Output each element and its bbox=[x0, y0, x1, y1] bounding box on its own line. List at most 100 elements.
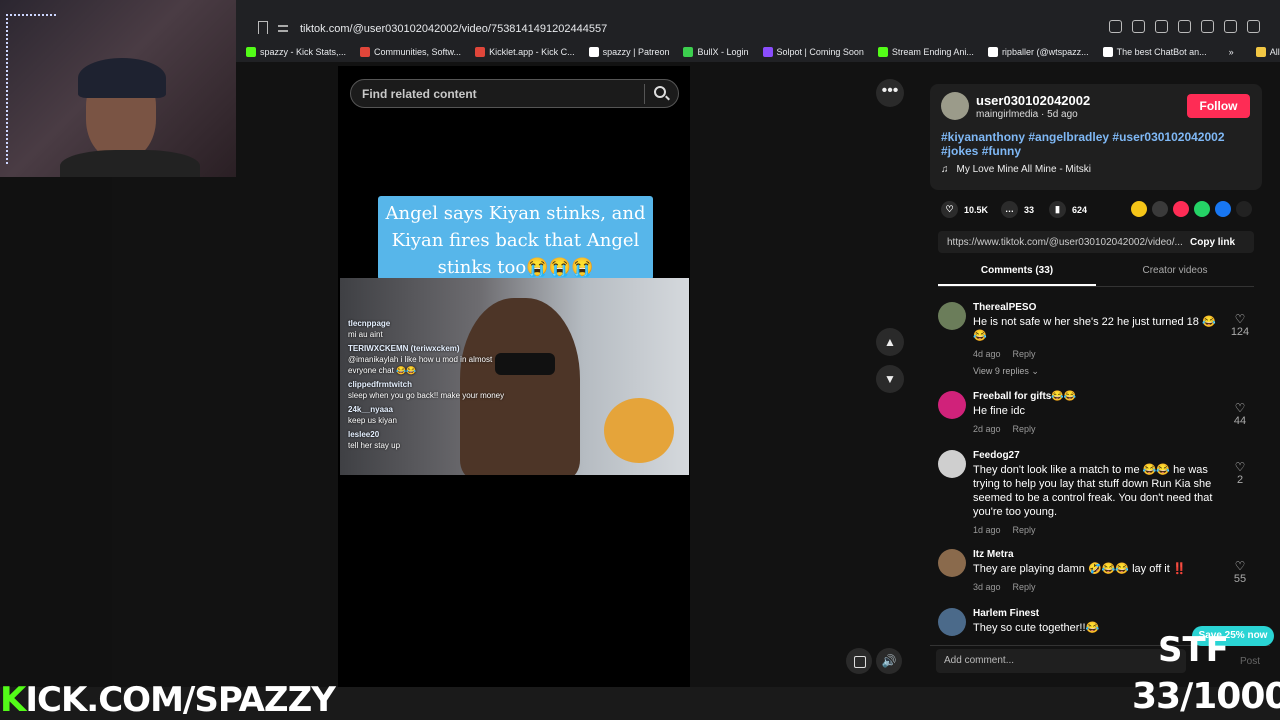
reply-button[interactable]: Reply bbox=[1013, 582, 1036, 592]
commenter-avatar[interactable] bbox=[938, 391, 966, 419]
share-link[interactable]: https://www.tiktok.com/@user030102042002… bbox=[938, 237, 1184, 248]
comment-meta: 2d ago Reply bbox=[973, 424, 1036, 434]
shield-icon[interactable] bbox=[1224, 20, 1237, 33]
chat-message: keep us kiyan bbox=[348, 416, 397, 425]
comment-like[interactable]: ♡ 44 bbox=[1230, 401, 1250, 427]
menu-icon[interactable] bbox=[1247, 20, 1260, 33]
bookmark-item[interactable]: Kicklet.app - Kick C... bbox=[475, 47, 575, 57]
site-info-icon[interactable] bbox=[276, 22, 290, 36]
bookmark-item[interactable]: ripballer (@wtspazz... bbox=[987, 47, 1089, 57]
comment-like-count: 2 bbox=[1236, 474, 1244, 486]
author-subline: maingirlmedia · 5d ago bbox=[976, 109, 1078, 120]
video-caption: Angel says Kiyan stinks, and Kiyan fires… bbox=[378, 196, 653, 280]
stf-label: STF bbox=[1158, 630, 1229, 670]
comment-icon: … bbox=[1001, 201, 1018, 218]
share-target-icon[interactable] bbox=[1215, 201, 1231, 217]
save-stat[interactable]: ▮ 624 bbox=[1049, 201, 1087, 218]
reply-button[interactable]: Reply bbox=[1013, 349, 1036, 359]
comment-text: They are playing damn 🤣😂😂 lay off it ‼️ bbox=[973, 563, 1187, 575]
commenter-avatar[interactable] bbox=[938, 549, 966, 577]
commenter-avatar[interactable] bbox=[938, 302, 966, 330]
commenter-avatar[interactable] bbox=[938, 608, 966, 636]
more-options-button[interactable]: ••• bbox=[876, 79, 904, 107]
next-video-button[interactable]: ▼ bbox=[876, 365, 904, 393]
author-avatar[interactable] bbox=[941, 92, 969, 120]
view-replies-button[interactable]: View 9 replies ⌄ bbox=[973, 366, 1039, 377]
tab-comments[interactable]: Comments (33) bbox=[938, 265, 1096, 286]
comment-like-count: 44 bbox=[1233, 415, 1247, 427]
previous-video-button[interactable]: ▲ bbox=[876, 328, 904, 356]
tab-creator-videos[interactable]: Creator videos bbox=[1096, 265, 1254, 286]
share-target-icon[interactable] bbox=[1173, 201, 1189, 217]
bookmark-favicon-icon bbox=[877, 47, 888, 57]
address-bar[interactable]: tiktok.com/@user030102042002/video/75381… bbox=[276, 18, 996, 40]
media-icon[interactable] bbox=[1132, 20, 1145, 33]
bookmark-item[interactable]: spazzy | Patreon bbox=[588, 47, 669, 57]
reply-button[interactable]: Reply bbox=[1013, 525, 1036, 535]
commenter-name[interactable]: Feedog27 bbox=[973, 450, 1020, 461]
author-username[interactable]: user030102042002 bbox=[976, 93, 1090, 108]
search-divider bbox=[644, 84, 645, 104]
bookmark-item[interactable]: Solpot | Coming Soon bbox=[762, 47, 864, 57]
search-input[interactable]: Find related content bbox=[350, 79, 679, 108]
volume-button[interactable]: 🔊 bbox=[876, 648, 902, 674]
hashtags[interactable]: #kiyananthony #angelbradley #user0301020… bbox=[941, 130, 1251, 158]
comment-meta: 3d ago Reply bbox=[973, 582, 1036, 592]
comment-like[interactable]: ♡ 55 bbox=[1230, 559, 1250, 585]
chat-message: tell her stay up bbox=[348, 441, 401, 450]
commenter-name[interactable]: Harlem Finest bbox=[973, 608, 1039, 619]
share-target-icon[interactable] bbox=[1194, 201, 1210, 217]
wallet-icon[interactable] bbox=[1178, 20, 1191, 33]
bookmark-favicon-icon bbox=[246, 47, 256, 57]
music-title: My Love Mine All Mine - Mitski bbox=[956, 164, 1091, 175]
comment-count: 33 bbox=[1024, 204, 1035, 215]
bookmarks-more-icon[interactable]: » bbox=[1229, 47, 1234, 57]
save-count: 624 bbox=[1072, 204, 1088, 215]
reply-button[interactable]: Reply bbox=[1013, 424, 1036, 434]
heart-icon: ♡ bbox=[1234, 559, 1246, 573]
tabs: Comments (33) Creator videos bbox=[938, 265, 1254, 287]
music-link[interactable]: ♫ My Love Mine All Mine - Mitski bbox=[941, 164, 1091, 175]
add-comment-input[interactable]: Add comment... bbox=[936, 648, 1186, 673]
copy-link-button[interactable]: Copy link bbox=[1184, 237, 1235, 248]
video-chat-overlay: tlecnppage mi au aint TERIWXCKEMN (teriwxc… bbox=[348, 318, 518, 454]
sync-icon[interactable] bbox=[1201, 20, 1214, 33]
comment-like[interactable]: ♡ 124 bbox=[1230, 312, 1250, 338]
post-button[interactable]: Post bbox=[1240, 656, 1260, 667]
chat-username: 24k__nyaaa bbox=[348, 405, 393, 414]
comment-text: They don't look like a match to me 😂😂 he… bbox=[973, 464, 1213, 518]
bookmark-save-icon: ▮ bbox=[1049, 201, 1066, 218]
bookmark-item[interactable]: Communities, Softw... bbox=[360, 47, 461, 57]
bookmark-item[interactable]: All Bookmarks bbox=[1255, 47, 1280, 57]
bookmark-icon[interactable] bbox=[258, 21, 268, 34]
bookmark-favicon-icon bbox=[1255, 47, 1266, 57]
chat-username: TERIWXCKEMN (teriwxckem) bbox=[348, 344, 460, 353]
commenter-name[interactable]: Itz Metra bbox=[973, 549, 1014, 560]
picture-in-picture-button[interactable] bbox=[846, 648, 872, 674]
bookmark-item[interactable]: Stream Ending Ani... bbox=[877, 47, 974, 57]
share-target-icon[interactable] bbox=[1131, 201, 1147, 217]
chat-message: mi au aint bbox=[348, 330, 383, 339]
share-target-icon[interactable] bbox=[1236, 201, 1252, 217]
chat-username: leslee20 bbox=[348, 430, 380, 439]
search-icon[interactable] bbox=[654, 86, 666, 98]
bookmark-favicon-icon bbox=[1102, 47, 1113, 57]
comment-meta: 4d ago Reply bbox=[973, 349, 1036, 359]
bookmark-favicon-icon bbox=[475, 47, 486, 57]
follow-button[interactable]: Follow bbox=[1187, 94, 1250, 118]
comment-stat[interactable]: … 33 bbox=[1001, 201, 1034, 218]
comment-like[interactable]: ♡ 2 bbox=[1230, 460, 1250, 486]
commenter-name[interactable]: Freeball for gifts😂😂 bbox=[973, 391, 1076, 402]
share-target-icon[interactable] bbox=[1152, 201, 1168, 217]
comment-meta: 1d ago Reply bbox=[973, 525, 1036, 535]
bookmark-item[interactable]: spazzy - Kick Stats,... bbox=[246, 47, 346, 57]
like-stat[interactable]: ♡ 10.5K bbox=[941, 201, 988, 218]
bookmark-favicon-icon bbox=[987, 47, 998, 57]
bookmark-item[interactable]: The best ChatBot an... bbox=[1102, 47, 1207, 57]
commenter-avatar[interactable] bbox=[938, 450, 966, 478]
commenter-name[interactable]: TherealPESO bbox=[973, 302, 1036, 313]
bookmark-item[interactable]: BullX - Login bbox=[683, 47, 749, 57]
extension-icon[interactable] bbox=[1109, 20, 1122, 33]
sidebar-icon[interactable] bbox=[1155, 20, 1168, 33]
bookmark-favicon-icon bbox=[683, 47, 694, 57]
